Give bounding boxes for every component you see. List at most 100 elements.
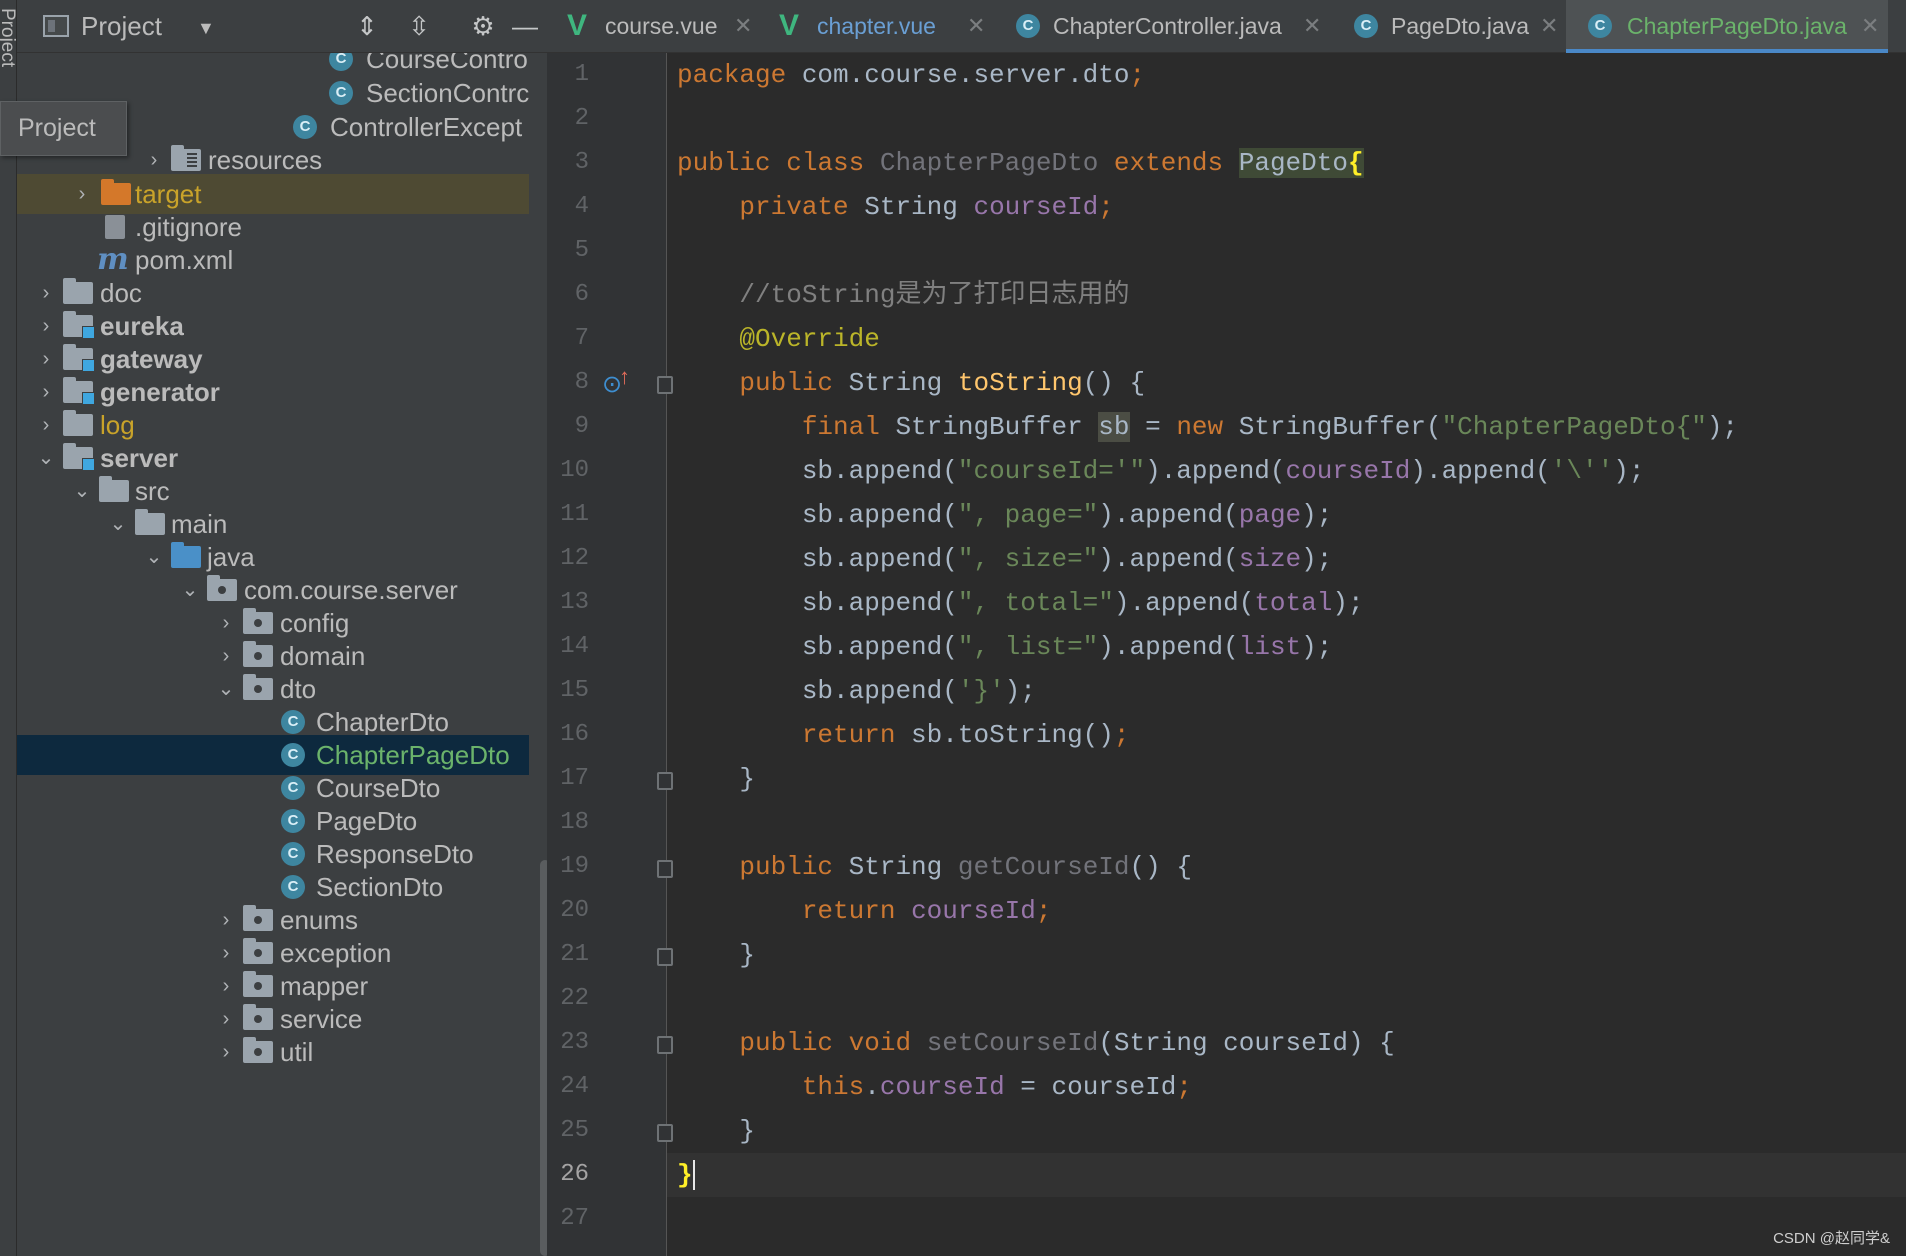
line-number: 22 [560,985,589,1012]
close-icon[interactable]: ✕ [967,0,985,52]
line-number: 19 [560,853,589,880]
fold-icon[interactable] [657,1036,673,1054]
project-panel-header: Project ▼ ⇕ ⇳ ⚙ — [17,0,547,53]
package-icon [243,608,273,634]
class-icon: C [281,809,305,833]
code-line: @Override [739,324,880,354]
line-number-gutter: 1 2 3 4 5 6 7 8 9 10 11 12 13 14 15 16 1… [547,53,667,1256]
folder-icon [135,509,165,535]
line-number: 20 [560,897,589,924]
fold-icon[interactable] [657,1124,673,1142]
line-number: 6 [574,281,589,308]
source-folder-icon [171,542,201,568]
line-number: 13 [560,589,589,616]
close-icon[interactable]: ✕ [1540,0,1558,52]
code-line: sb.append(", page=").append(page); [801,500,1333,530]
expand-all-icon[interactable]: ⇕ [351,10,383,42]
code-line: this.courseId = courseId; [801,1072,1192,1102]
excluded-folder-icon [101,179,131,205]
arrow-up-icon[interactable]: ↑ [619,364,630,390]
project-panel: Project ▼ ⇕ ⇳ ⚙ — C CourseContro C Secti… [17,0,550,1256]
tab-label: PageDto.java [1391,13,1530,39]
project-strip-button[interactable]: Project [0,8,18,67]
module-folder-icon [63,377,95,405]
tab-label: course.vue [605,13,718,39]
line-number: 16 [560,721,589,748]
gear-icon[interactable]: ⚙ [467,10,499,42]
package-icon [243,674,273,700]
fold-icon[interactable] [657,948,673,966]
editor-area: V course.vue ✕ V chapter.vue ✕ C Chapter… [547,0,1906,1256]
code-line: private String courseId; [739,192,1114,222]
line-number: 23 [560,1029,589,1056]
class-icon: C [281,710,305,734]
vue-file-icon: V [779,9,800,42]
line-number: 18 [560,809,589,836]
code-line: } [677,1160,695,1191]
class-icon: C [281,743,305,767]
close-icon[interactable]: ✕ [1861,0,1879,52]
line-number: 1 [574,61,589,88]
fold-icon[interactable] [657,860,673,878]
gitignore-file-icon [105,215,125,239]
class-icon: C [281,842,305,866]
code-line: sb.append("courseId='").append(courseId)… [801,456,1645,486]
tab-chapter-vue[interactable]: V chapter.vue ✕ [759,0,992,53]
code-line: sb.append(", total=").append(total); [801,588,1364,618]
module-folder-icon [63,311,95,339]
folder-icon [63,278,93,304]
code-line: public String toString() { [739,368,1146,398]
line-number: 7 [574,325,589,352]
code-line: package com.course.server.dto; [677,60,1146,90]
text-caret [692,1160,695,1191]
tab-chapterpagedto-java[interactable]: C ChapterPageDto.java ✕ [1566,0,1888,53]
watermark: CSDN @赵同学& [1773,1230,1890,1247]
tree-item-util[interactable]: › util [17,1032,529,1072]
project-tooltip: Project [0,101,127,156]
line-number: 9 [574,413,589,440]
tool-window-strip: Project [0,0,18,1256]
code-line: return sb.toString(); [801,720,1130,750]
line-number: 25 [560,1117,589,1144]
line-number: 27 [560,1205,589,1232]
code-line: } [739,1116,756,1146]
chevron-down-icon[interactable]: ▼ [197,18,215,39]
line-number: 26 [560,1161,589,1188]
tab-course-vue[interactable]: V course.vue ✕ [547,0,759,53]
code-line: //toString是为了打印日志用的 [739,280,1130,310]
project-tree: C CourseContro C SectionContrc C Control… [17,53,529,1256]
close-icon[interactable]: ✕ [734,0,752,52]
code-line: sb.append('}'); [801,676,1036,706]
tab-pagedto-java[interactable]: C PageDto.java ✕ [1330,0,1566,53]
package-icon [243,1037,273,1063]
close-icon[interactable]: ✕ [1303,0,1321,52]
package-icon [243,971,273,997]
tab-label: ChapterPageDto.java [1627,13,1847,39]
minimize-icon[interactable]: — [509,10,541,42]
project-panel-title[interactable]: Project [81,11,162,42]
class-icon: C [281,776,305,800]
line-number: 15 [560,677,589,704]
line-number: 10 [560,457,589,484]
folder-icon [99,476,129,502]
line-number: 8 [574,369,589,396]
resources-folder-icon [171,145,201,171]
code-line: } [739,764,756,794]
code-editor[interactable]: package com.course.server.dto; public cl… [677,53,1906,1256]
package-icon [243,1004,273,1030]
editor-tab-bar: V course.vue ✕ V chapter.vue ✕ C Chapter… [547,0,1906,53]
class-icon: C [1588,14,1612,38]
tab-chaptercontroller-java[interactable]: C ChapterController.java ✕ [992,0,1330,53]
line-number: 2 [574,105,589,132]
collapse-all-icon[interactable]: ⇳ [403,10,435,42]
class-icon: C [329,81,353,105]
line-number: 4 [574,193,589,220]
code-line: public void setCourseId(String courseId)… [739,1028,1395,1058]
class-icon: C [293,115,317,139]
chevron-right-icon[interactable]: › [216,1032,236,1072]
code-line: public class ChapterPageDto extends Page… [677,148,1364,178]
fold-icon[interactable] [657,376,673,394]
fold-icon[interactable] [657,772,673,790]
tree-item-label: util [280,1037,314,1067]
line-number: 11 [560,501,589,528]
